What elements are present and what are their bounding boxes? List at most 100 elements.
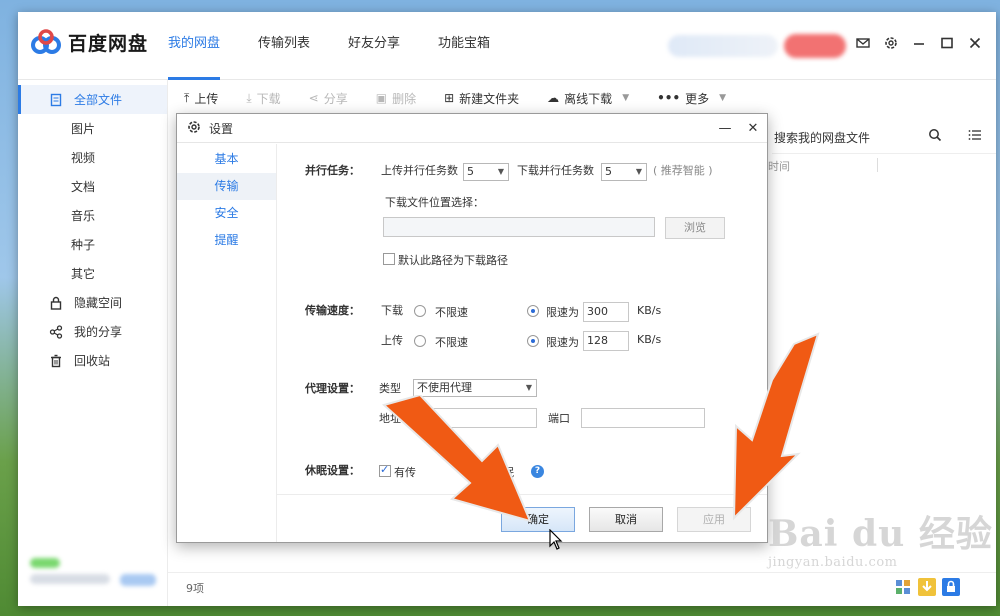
search-input[interactable]: 搜索我的网盘文件 xyxy=(774,129,870,146)
sidebar-item-documents[interactable]: 文档 xyxy=(18,172,167,201)
upload-parallel-select[interactable]: 5 ▼ xyxy=(463,163,509,181)
download-button[interactable]: ⤓ 下载 xyxy=(246,90,280,107)
close-icon[interactable] xyxy=(968,36,982,50)
offline-download-label: 离线下载 xyxy=(564,91,613,106)
default-path-checkbox[interactable] xyxy=(383,253,395,265)
browse-button[interactable]: 浏览 xyxy=(665,217,725,239)
upload-limit-input[interactable]: 128 xyxy=(583,331,629,351)
download-arrow-icon[interactable] xyxy=(918,578,936,596)
dialog-title: 设置 xyxy=(209,121,234,136)
dialog-minimize-icon[interactable]: — xyxy=(711,114,739,143)
sidebar-item-images[interactable]: 图片 xyxy=(18,114,167,143)
sidebar-item-all-files[interactable]: 全部文件 xyxy=(18,85,167,114)
upload-icon: ⤒ xyxy=(184,90,190,105)
download-unlimited-label: 不限速 xyxy=(435,306,468,319)
sidebar-item-label: 全部文件 xyxy=(74,93,123,107)
download-unlimited-radio[interactable] xyxy=(414,305,426,317)
upload-unlimited-radio[interactable] xyxy=(414,335,426,347)
upload-button[interactable]: ⤒ 上传 xyxy=(184,90,218,107)
nav-transfer-list[interactable]: 传输列表 xyxy=(258,12,310,80)
app-header: 百度网盘 我的网盘 传输列表 好友分享 功能宝箱 xyxy=(18,12,996,80)
app-logo[interactable]: 百度网盘 xyxy=(30,28,148,56)
sidebar-item-hidden-space[interactable]: 隐藏空间 xyxy=(18,288,167,317)
download-limit-radio[interactable] xyxy=(527,305,539,317)
item-count: 9项 xyxy=(186,582,204,595)
storage-usage-blurred xyxy=(26,558,160,592)
parallel-section-label: 并行任务： xyxy=(305,164,360,177)
download-parallel-select[interactable]: 5 ▼ xyxy=(601,163,647,181)
upload-label: 上传 xyxy=(194,91,219,106)
sidebar-item-videos[interactable]: 视频 xyxy=(18,143,167,172)
sidebar-item-torrents[interactable]: 种子 xyxy=(18,230,167,259)
proxy-port-input[interactable] xyxy=(581,408,705,428)
nav-friend-share[interactable]: 好友分享 xyxy=(348,12,400,80)
sidebar-item-label: 文档 xyxy=(71,180,96,194)
tab-security[interactable]: 安全 xyxy=(177,200,276,227)
proxy-port-label: 端口 xyxy=(548,412,570,425)
tab-basic[interactable]: 基本 xyxy=(177,146,276,173)
tab-reminder[interactable]: 提醒 xyxy=(177,227,276,254)
upload-parallel-value: 5 xyxy=(467,165,474,178)
upload-unit-label: KB/s xyxy=(637,333,662,346)
upload-limit-radio[interactable] xyxy=(527,335,539,347)
delete-button[interactable]: ▣ 删除 xyxy=(376,90,416,107)
orange-arrow-to-ok xyxy=(381,395,532,523)
user-info-blurred[interactable] xyxy=(668,35,778,57)
download-path-input[interactable] xyxy=(383,217,655,237)
vip-badge-blurred[interactable] xyxy=(784,34,846,58)
sidebar-item-others[interactable]: 其它 xyxy=(18,259,167,288)
nav-toolbox[interactable]: 功能宝箱 xyxy=(438,12,490,80)
chevron-down-icon[interactable]: ▼ xyxy=(622,93,629,103)
storage-text-blurred xyxy=(30,574,110,584)
settings-gear-icon[interactable] xyxy=(884,36,898,50)
sidebar-item-label: 其它 xyxy=(71,267,96,281)
more-button[interactable]: ••• 更多 ▼ xyxy=(657,90,726,107)
download-limit-input[interactable]: 300 xyxy=(583,302,629,322)
sidebar-item-music[interactable]: 音乐 xyxy=(18,201,167,230)
dialog-titlebar[interactable]: 设置 xyxy=(177,114,767,143)
mail-icon[interactable] xyxy=(856,36,870,50)
sidebar-item-recycle-bin[interactable]: 回收站 xyxy=(18,346,167,375)
sidebar-item-label: 视频 xyxy=(71,151,96,165)
expand-link-blurred[interactable] xyxy=(120,574,156,586)
new-folder-button[interactable]: ⊞ 新建文件夹 xyxy=(444,90,519,107)
tab-transfer[interactable]: 传输 xyxy=(177,173,276,200)
share-icon xyxy=(48,324,64,340)
nav-my-netdisk[interactable]: 我的网盘 xyxy=(168,12,221,80)
statusbar-divider xyxy=(168,572,996,573)
maximize-icon[interactable] xyxy=(940,36,954,50)
download-parallel-label: 下载并行任务数 xyxy=(517,164,594,177)
share-button[interactable]: ⋖ 分享 xyxy=(309,90,348,107)
offline-download-button[interactable]: ☁ 离线下载 ▼ xyxy=(547,90,629,107)
column-header-time[interactable]: 时间 xyxy=(768,158,790,174)
speed-download-label: 下载 xyxy=(381,304,403,317)
file-icon xyxy=(48,92,64,108)
trash-icon xyxy=(48,353,64,369)
watermark-text: Bai du 经验 xyxy=(768,513,993,555)
share-label: 分享 xyxy=(323,91,348,106)
orange-arrow-to-apply xyxy=(732,332,820,521)
speed-section-label: 传输速度： xyxy=(305,304,360,317)
chevron-down-icon: ▼ xyxy=(497,167,504,176)
chevron-down-icon[interactable]: ▼ xyxy=(719,93,726,103)
cloud-download-icon: ☁ xyxy=(547,91,560,105)
corner-tools xyxy=(894,578,960,596)
dialog-close-icon[interactable]: ✕ xyxy=(739,114,767,143)
download-parallel-value: 5 xyxy=(605,165,612,178)
list-view-icon[interactable] xyxy=(968,128,982,145)
settings-tabs: 基本 传输 安全 提醒 xyxy=(177,144,277,542)
sidebar-item-my-share[interactable]: 我的分享 xyxy=(18,317,167,346)
cloud-logo-icon xyxy=(30,28,64,56)
sidebar-item-label: 音乐 xyxy=(71,209,96,223)
sidebar: 全部文件 图片 视频 文档 音乐 种子 其它 隐藏空间 我的分享 回收站 xyxy=(18,80,168,606)
lock-icon[interactable] xyxy=(942,578,960,596)
upload-unlimited-label: 不限速 xyxy=(435,336,468,349)
apps-grid-icon[interactable] xyxy=(894,578,912,596)
minimize-icon[interactable] xyxy=(912,36,926,50)
watermark-url: jingyan.baidu.com xyxy=(768,555,898,570)
recommend-hint: ( 推荐智能 ) xyxy=(653,164,713,177)
search-icon[interactable] xyxy=(928,128,942,145)
search-bar[interactable]: 搜索我的网盘文件 xyxy=(772,116,996,154)
cancel-button[interactable]: 取消 xyxy=(589,507,663,532)
download-limit-label: 限速为 xyxy=(546,306,579,319)
